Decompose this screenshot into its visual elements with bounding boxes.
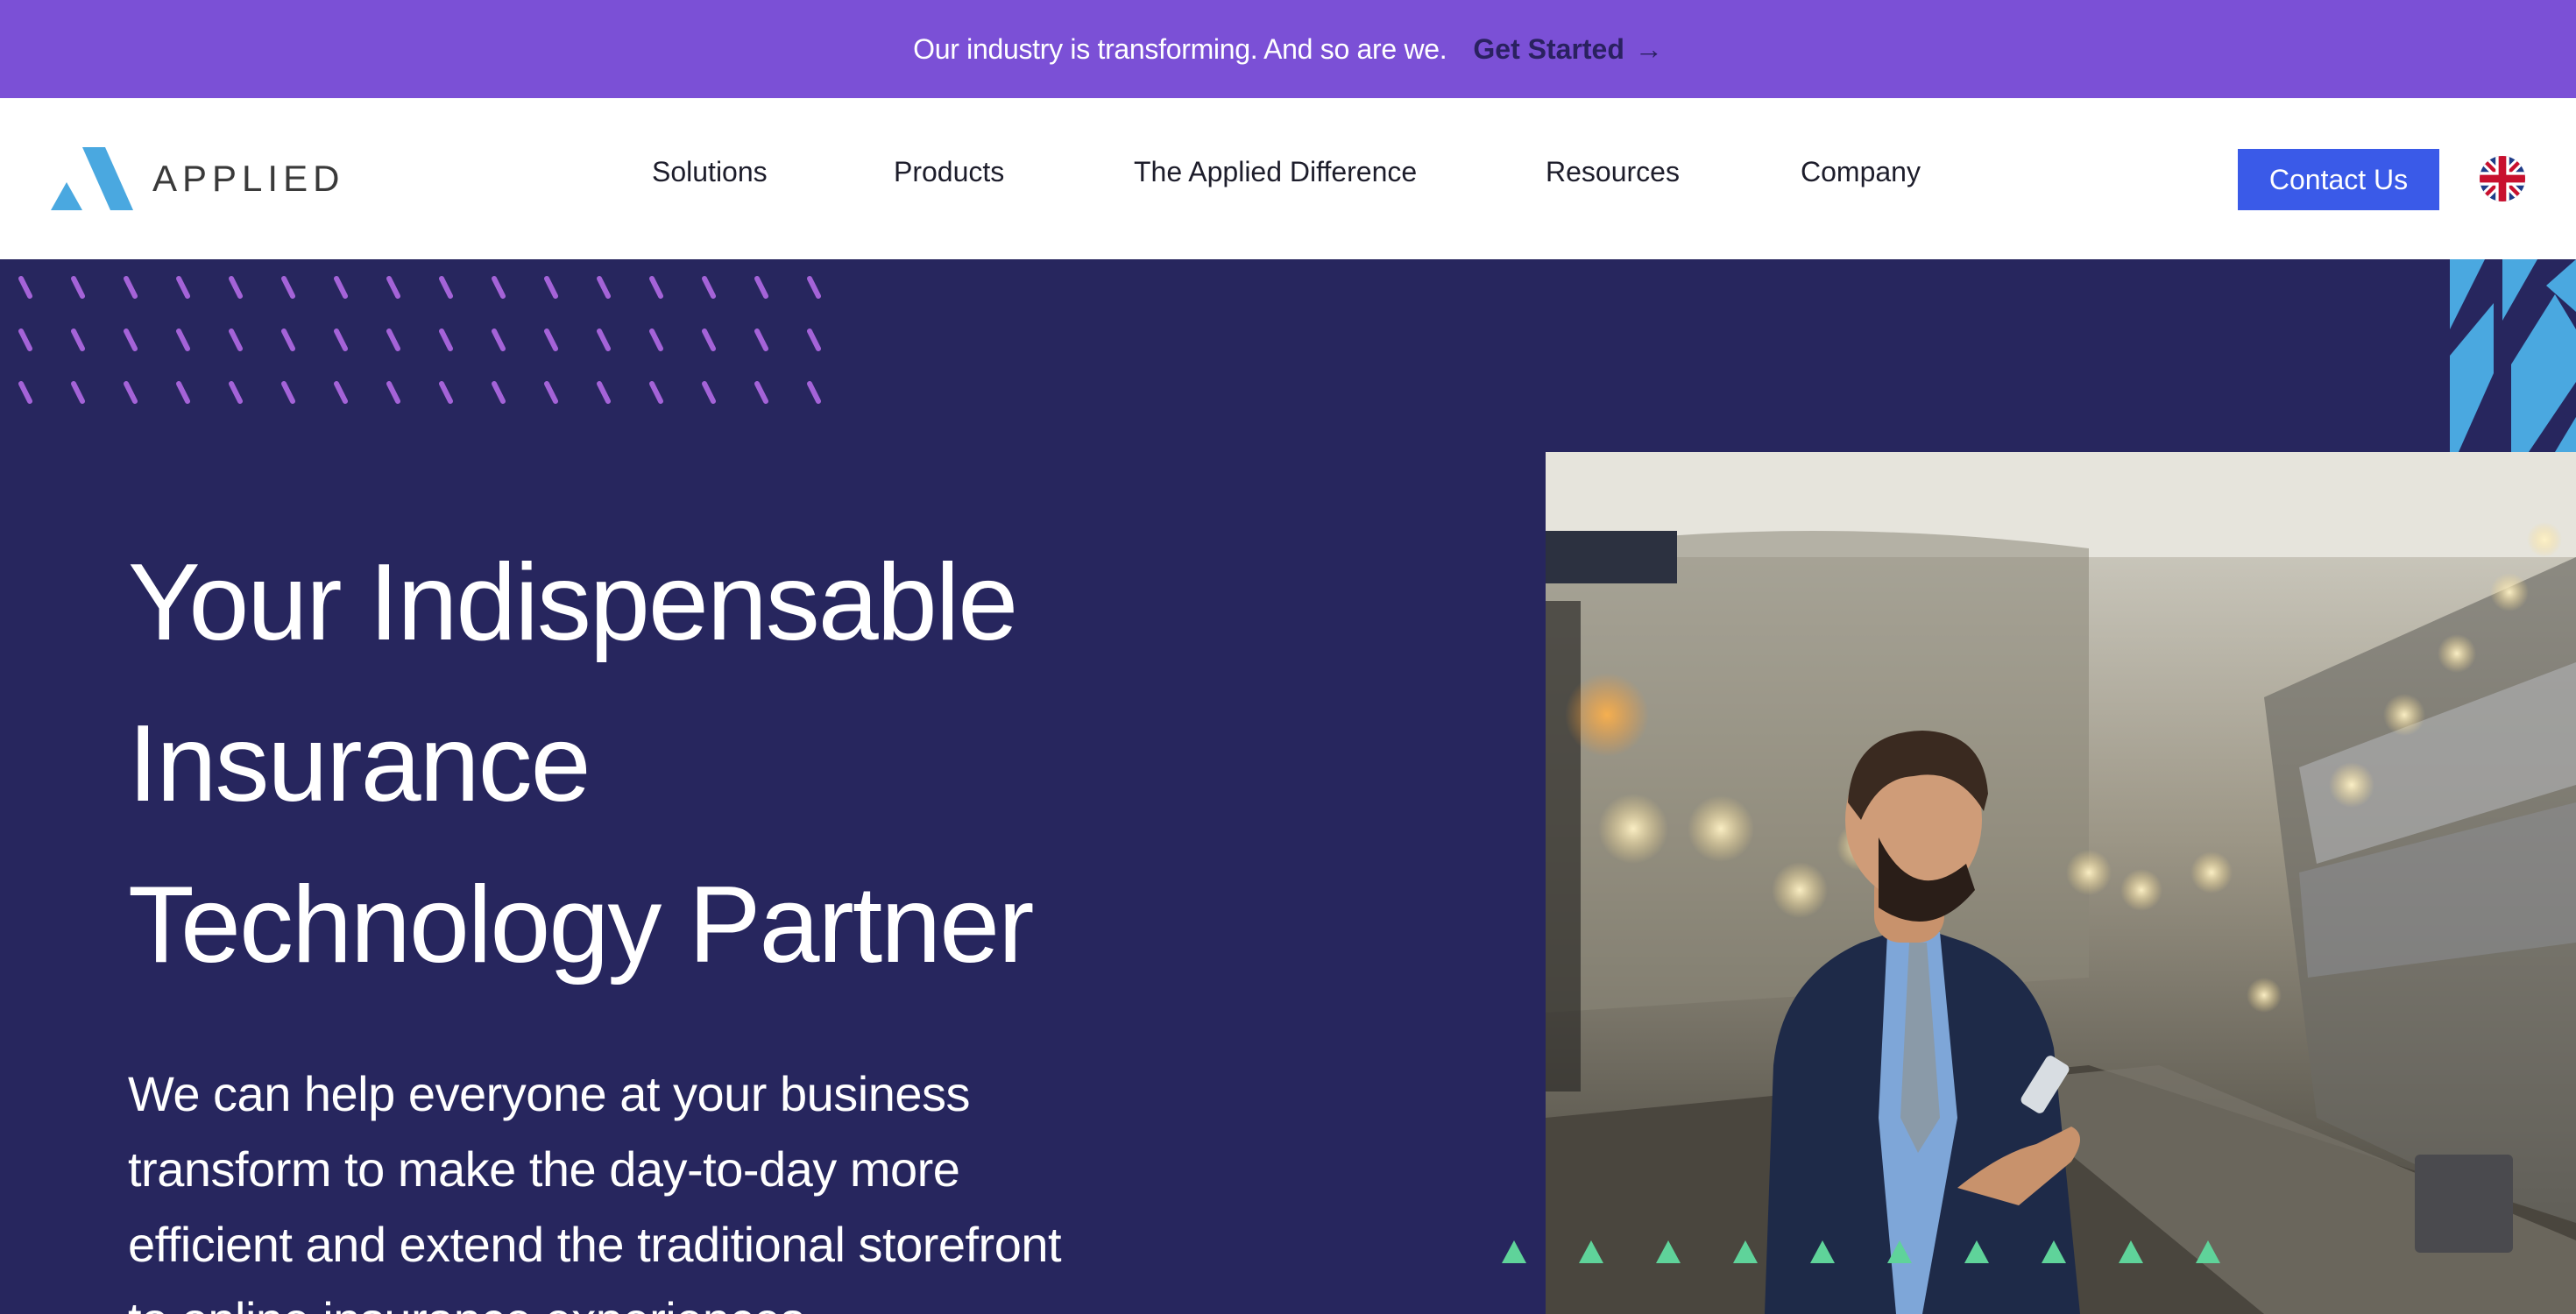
decorative-triangle xyxy=(1502,1240,1526,1263)
decorative-dash xyxy=(492,381,506,404)
decorative-dash xyxy=(124,276,138,299)
decorative-dash xyxy=(754,328,768,351)
uk-flag-icon xyxy=(2480,156,2525,201)
decorative-triangle-row xyxy=(1502,1240,2220,1263)
decorative-triangle xyxy=(1810,1240,1835,1263)
decorative-dash xyxy=(544,276,558,299)
hero-title-line: Your Indispensable xyxy=(128,542,1018,663)
hero-subtitle-line: We can help everyone at your business xyxy=(128,1066,971,1121)
decorative-dash xyxy=(439,328,453,351)
nav-the-applied-difference[interactable]: The Applied Difference xyxy=(1134,156,1417,188)
decorative-triangle xyxy=(1887,1240,1912,1263)
site-header: APPLIED Solutions Products The Applied D… xyxy=(0,98,2576,259)
decorative-dash xyxy=(597,276,611,299)
get-started-link[interactable]: Get Started → xyxy=(1473,33,1662,66)
decorative-dash-pattern xyxy=(18,276,821,404)
floating-widget-button[interactable] xyxy=(2415,1155,2513,1253)
decorative-dash xyxy=(229,328,243,351)
hero-subtitle-line: transform to make the day-to-day more xyxy=(128,1141,960,1197)
decorative-dash xyxy=(439,276,453,299)
decorative-triangle xyxy=(1964,1240,1989,1263)
decorative-dash xyxy=(176,381,190,404)
decorative-dash xyxy=(176,328,190,351)
decorative-dash xyxy=(18,276,32,299)
hero-subtitle-line: efficient and extend the traditional sto… xyxy=(128,1217,1062,1272)
decorative-dash xyxy=(544,328,558,351)
decorative-dash xyxy=(386,381,400,404)
decorative-dash xyxy=(71,328,85,351)
arrow-right-icon: → xyxy=(1634,32,1663,65)
decorative-dash xyxy=(754,381,768,404)
nav-products[interactable]: Products xyxy=(894,156,1004,188)
decorative-triangle xyxy=(1579,1240,1603,1263)
decorative-dash xyxy=(124,328,138,351)
decorative-dash xyxy=(492,328,506,351)
hero-title: Your Indispensable Insurance Technology … xyxy=(128,522,1355,1006)
hero-title-line: Insurance xyxy=(128,703,591,824)
decorative-triangle xyxy=(1656,1240,1681,1263)
decorative-dash xyxy=(176,276,190,299)
decorative-triangle xyxy=(2196,1240,2220,1263)
decorative-dash xyxy=(807,381,821,404)
decorative-dash xyxy=(439,381,453,404)
decorative-dash xyxy=(597,381,611,404)
hero-title-line: Technology Partner xyxy=(128,865,1034,986)
applied-logo[interactable]: APPLIED xyxy=(51,147,344,210)
decorative-dash xyxy=(18,381,32,404)
contact-us-button[interactable]: Contact Us xyxy=(2238,149,2439,210)
decorative-corner-shape xyxy=(2450,259,2576,452)
decorative-dash xyxy=(807,328,821,351)
decorative-dash xyxy=(702,328,716,351)
decorative-dash xyxy=(649,328,663,351)
decorative-dash xyxy=(649,381,663,404)
decorative-dash xyxy=(386,276,400,299)
decorative-dash xyxy=(702,381,716,404)
decorative-dash xyxy=(71,276,85,299)
decorative-dash xyxy=(281,276,295,299)
nav-resources[interactable]: Resources xyxy=(1546,156,1680,188)
decorative-dash xyxy=(334,276,348,299)
logo-wordmark: APPLIED xyxy=(152,158,345,199)
language-selector[interactable] xyxy=(2480,156,2525,201)
decorative-dash xyxy=(807,276,821,299)
applied-logo-mark-icon xyxy=(51,147,133,210)
hero-subtitle: We can help everyone at your business tr… xyxy=(128,1056,1267,1314)
decorative-dash xyxy=(334,328,348,351)
decorative-triangle xyxy=(2042,1240,2066,1263)
decorative-dash xyxy=(544,381,558,404)
decorative-dash xyxy=(229,276,243,299)
decorative-dash xyxy=(597,328,611,351)
announcement-text: Our industry is transforming. And so are… xyxy=(913,32,1447,65)
decorative-dash xyxy=(18,328,32,351)
decorative-dash xyxy=(492,276,506,299)
decorative-dash xyxy=(124,381,138,404)
decorative-dash xyxy=(281,328,295,351)
decorative-dash xyxy=(386,328,400,351)
announcement-bar: Our industry is transforming. And so are… xyxy=(0,0,2576,98)
nav-solutions[interactable]: Solutions xyxy=(652,156,768,188)
decorative-dash xyxy=(229,381,243,404)
decorative-dash xyxy=(71,381,85,404)
nav-company[interactable]: Company xyxy=(1801,156,1921,188)
decorative-dash xyxy=(649,276,663,299)
hero-subtitle-line: to online insurance experiences. xyxy=(128,1282,1267,1314)
decorative-dash xyxy=(754,276,768,299)
decorative-dash xyxy=(702,276,716,299)
decorative-triangle xyxy=(1733,1240,1758,1263)
get-started-label: Get Started xyxy=(1473,32,1624,65)
decorative-dash xyxy=(334,381,348,404)
decorative-dash xyxy=(281,381,295,404)
hero-section: Your Indispensable Insurance Technology … xyxy=(0,259,2576,1314)
decorative-triangle xyxy=(2119,1240,2143,1263)
